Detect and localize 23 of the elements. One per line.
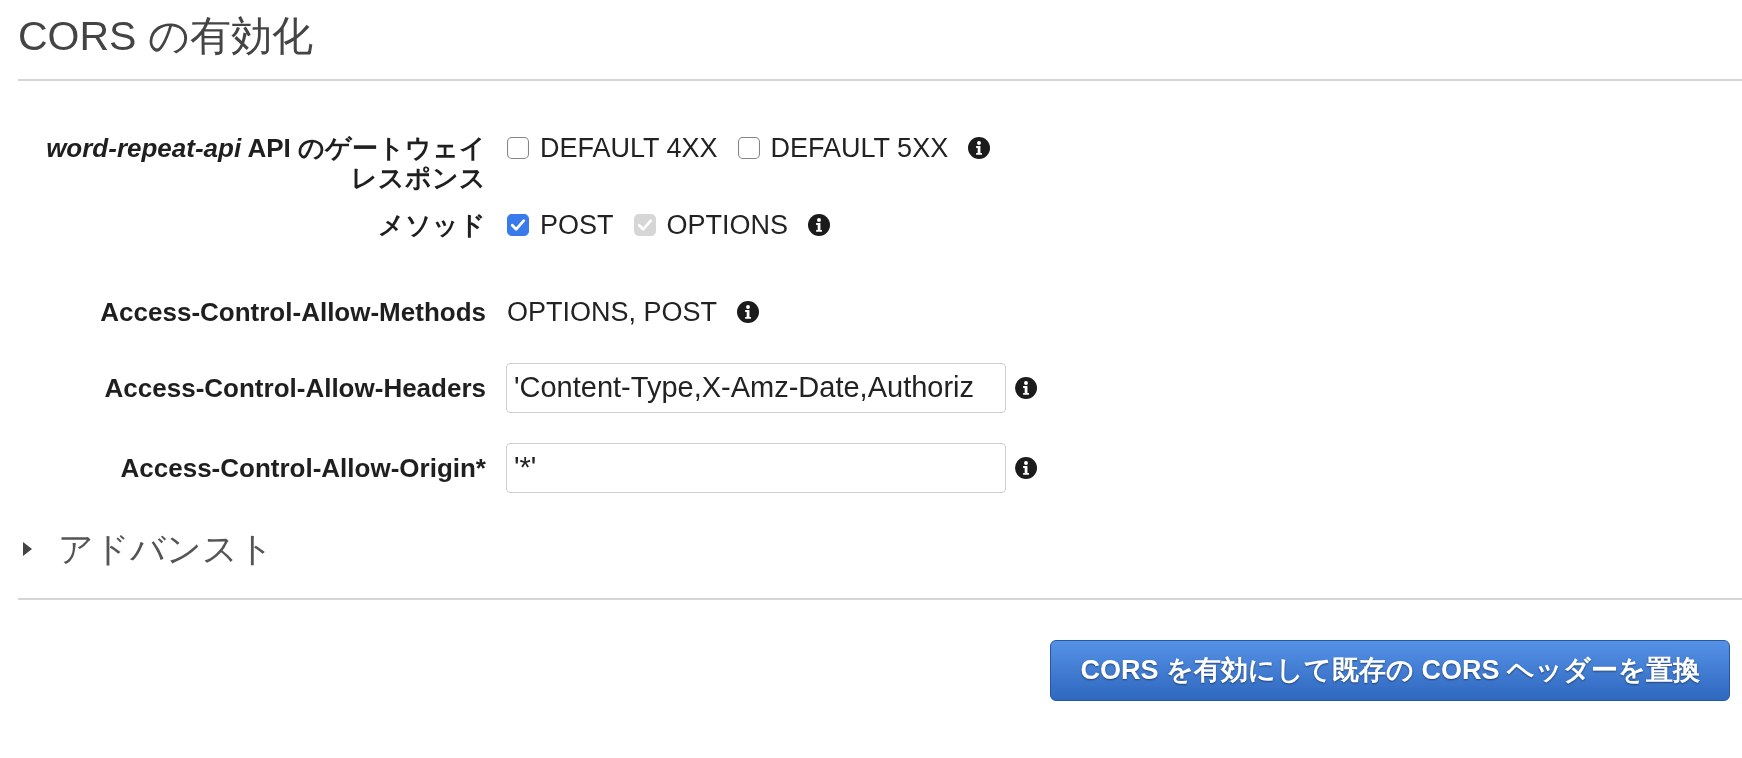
- checkbox-label: OPTIONS: [666, 210, 789, 240]
- checkbox[interactable]: [507, 137, 529, 159]
- submit-button[interactable]: CORS を有効にして既存の CORS ヘッダーを置換: [1050, 640, 1730, 701]
- advanced-toggle[interactable]: アドバンスト: [22, 528, 274, 570]
- checkbox[interactable]: [507, 214, 529, 236]
- text-field[interactable]: 'Content-Type,X-Amz-Date,Authoriz: [506, 363, 1006, 413]
- checkbox-label: DEFAULT 4XX: [540, 133, 718, 163]
- field-label: Access-Control-Allow-Headers: [103, 373, 486, 403]
- info-icon[interactable]: [1015, 457, 1037, 479]
- info-icon[interactable]: [808, 214, 831, 236]
- field-label: Access-Control-Allow-Methods: [99, 297, 486, 327]
- field-value: OPTIONS, POST: [507, 297, 718, 327]
- checkbox-label: POST: [540, 210, 614, 240]
- page-title: CORS の有効化: [18, 12, 313, 60]
- info-icon[interactable]: [737, 301, 760, 323]
- info-icon[interactable]: [968, 137, 991, 159]
- checkbox-label: DEFAULT 5XX: [770, 133, 949, 163]
- field-label: メソッド: [377, 210, 486, 240]
- field-label: Access-Control-Allow-Origin*: [119, 453, 486, 483]
- checkbox[interactable]: [737, 137, 760, 159]
- text-field[interactable]: '*': [506, 443, 1006, 493]
- info-icon[interactable]: [1015, 377, 1037, 399]
- field-label: word-repeat-api API のゲートウェイレスポンス: [45, 133, 486, 193]
